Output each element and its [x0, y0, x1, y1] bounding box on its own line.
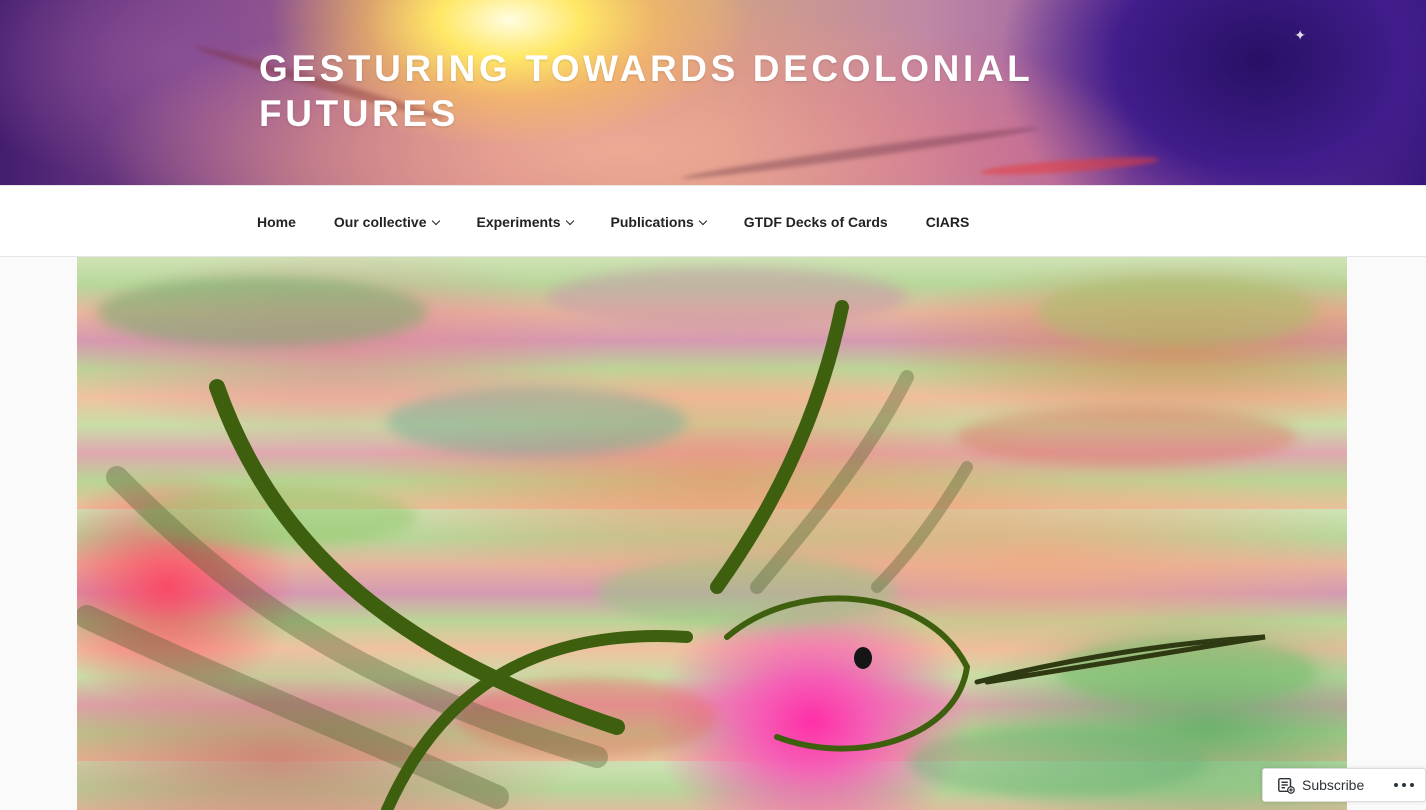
- site-header-banner: ✦ GESTURING TOWARDS DECOLONIAL FUTURES: [0, 0, 1426, 185]
- nav-item-ciars[interactable]: CIARS: [907, 186, 989, 258]
- nav-item-label: Experiments: [476, 214, 561, 230]
- hummingbird-drawing: [77, 300, 1266, 810]
- star-icon: ✦: [1294, 28, 1306, 44]
- main-navigation: Home Our collective Experiments Publicat…: [0, 185, 1426, 257]
- feather-stroke: [871, 461, 973, 593]
- beak-stroke: [974, 634, 1266, 685]
- subscribe-bar: Subscribe: [1262, 768, 1426, 802]
- nav-item-label: Our collective: [333, 214, 427, 230]
- site-title[interactable]: GESTURING TOWARDS DECOLONIAL FUTURES: [259, 46, 1059, 136]
- feather-stroke: [106, 466, 608, 768]
- nav-item-label: CIARS: [925, 214, 970, 230]
- nav-item-gtdf-decks-of-cards[interactable]: GTDF Decks of Cards: [725, 186, 907, 258]
- subscribe-button[interactable]: Subscribe: [1263, 769, 1372, 801]
- nav-item-label: GTDF Decks of Cards: [743, 214, 888, 230]
- bird-eye: [854, 647, 872, 669]
- ellipsis-icon[interactable]: [1394, 783, 1414, 787]
- chevron-down-icon: [698, 216, 708, 225]
- nav-item-experiments[interactable]: Experiments: [458, 186, 592, 258]
- subscribe-label: Subscribe: [1302, 777, 1365, 793]
- nav-item-label: Home: [257, 214, 296, 230]
- nav-item-label: Publications: [610, 214, 694, 230]
- nav-item-publications[interactable]: Publications: [592, 186, 725, 258]
- featured-image-hummingbird: [77, 257, 1347, 810]
- nav-item-our-collective[interactable]: Our collective: [315, 186, 458, 258]
- banner-brush-stroke: [979, 153, 1161, 179]
- nav-menu: Home Our collective Experiments Publicat…: [238, 186, 988, 258]
- nav-item-home[interactable]: Home: [238, 186, 315, 258]
- reader-subscribe-icon: [1278, 777, 1295, 794]
- wing-stroke: [209, 379, 625, 735]
- body-stroke: [381, 630, 693, 810]
- chevron-down-icon: [431, 216, 440, 225]
- wing-stroke: [710, 300, 849, 594]
- head-outline: [724, 595, 971, 752]
- chevron-down-icon: [565, 216, 574, 225]
